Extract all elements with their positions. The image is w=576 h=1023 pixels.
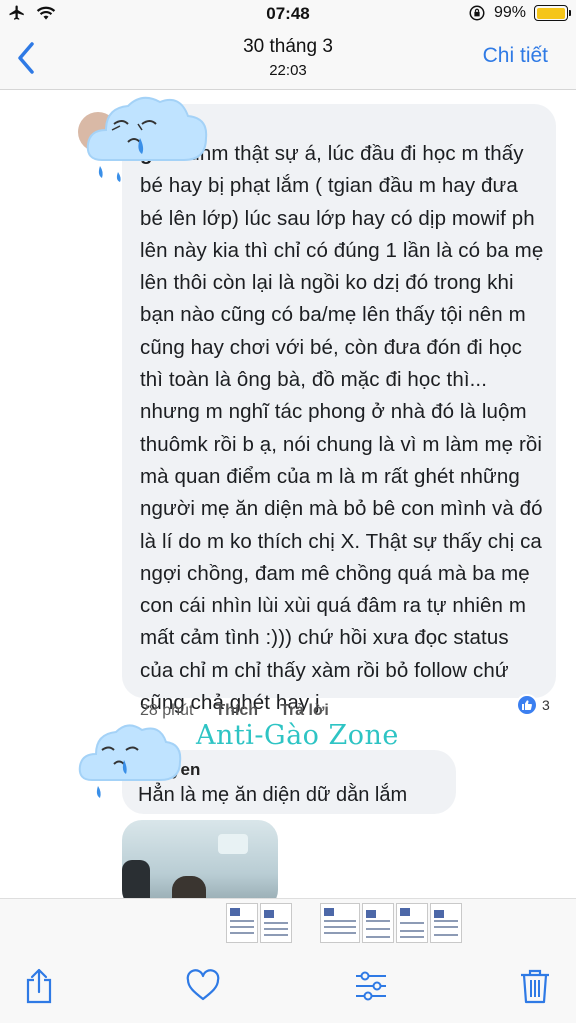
thumbnail[interactable] <box>362 903 394 943</box>
thumbnail-strip[interactable] <box>0 898 576 946</box>
heart-icon[interactable] <box>186 968 220 1004</box>
battery-percent: 99% <box>493 4 526 21</box>
comment-bubble: g Lê uhm thật sự á, lúc đầu đi học m thấ… <box>122 104 556 714</box>
thumbs-up-icon <box>516 694 538 716</box>
person-shape <box>122 860 150 898</box>
lamp-shape <box>218 834 248 854</box>
status-bar: 07:48 99% <box>0 0 576 28</box>
thumbnail[interactable] <box>260 903 292 943</box>
thumbnail[interactable] <box>396 903 428 943</box>
nav-bar: 30 tháng 3 22:03 Chi tiết <box>0 28 576 90</box>
reply-link[interactable]: Trả lời <box>280 702 329 720</box>
photo-attachment <box>122 820 278 898</box>
bottom-toolbar <box>0 946 576 1023</box>
person-shape <box>172 876 206 898</box>
battery-level <box>536 7 566 19</box>
reaction-number: 3 <box>542 697 550 713</box>
detail-button[interactable]: Chi tiết <box>483 44 548 68</box>
trash-icon[interactable] <box>518 968 552 1004</box>
status-right: 99% <box>468 4 571 22</box>
comment-body: uhm thật sự á, lúc đầu đi học m thấy bé … <box>140 142 544 715</box>
share-icon[interactable] <box>22 968 56 1004</box>
watermark: Anti-Gào Zone <box>196 720 399 751</box>
sad-cloud-sticker-icon <box>86 96 208 182</box>
comment-text: g Lê uhm thật sự á, lúc đầu đi học m thấ… <box>140 138 544 719</box>
orientation-lock-icon <box>469 5 485 21</box>
like-link[interactable]: Thích <box>215 702 258 720</box>
thumbnail-selected[interactable] <box>320 903 360 943</box>
sad-cloud-sticker-icon <box>78 724 182 798</box>
comment-meta: 28 phút Thích Trả lời <box>140 702 329 720</box>
reaction-count: 3 <box>516 694 550 716</box>
photo-content: g Lê uhm thật sự á, lúc đầu đi học m thấ… <box>0 90 576 898</box>
adjust-icon[interactable] <box>354 968 388 1004</box>
battery-icon <box>534 5 571 21</box>
thumbnail[interactable] <box>430 903 462 943</box>
comment-time: 28 phút <box>140 702 194 719</box>
thumbnail[interactable] <box>226 903 258 943</box>
